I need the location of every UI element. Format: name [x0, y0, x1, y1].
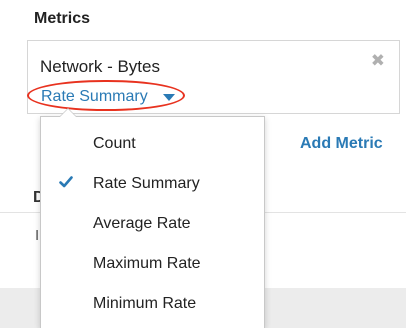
menu-item-rate-summary[interactable]: Rate Summary — [41, 169, 264, 199]
menu-item-count[interactable]: Count — [41, 129, 264, 159]
menu-item-label: Maximum Rate — [93, 255, 201, 272]
menu-item-label: Minimum Rate — [93, 295, 197, 312]
rate-summary-dropdown-menu: Count Rate Summary Average Rate Maximum … — [40, 108, 265, 328]
caret-down-icon — [163, 94, 175, 101]
menu-item-label: Average Rate — [93, 215, 191, 232]
rate-summary-dropdown-label: Rate Summary — [41, 88, 148, 105]
menu-item-average-rate[interactable]: Average Rate — [41, 209, 264, 239]
checkmark-icon — [59, 176, 73, 188]
metrics-section-title: Metrics — [34, 10, 91, 27]
menu-item-minimum-rate[interactable]: Minimum Rate — [41, 289, 264, 319]
obscured-text-fragment: I — [35, 227, 40, 244]
menu-item-label: Count — [93, 135, 136, 152]
close-icon[interactable]: ✖ — [371, 52, 385, 69]
rate-summary-dropdown-trigger[interactable]: Rate Summary — [27, 80, 185, 111]
add-metric-link[interactable]: Add Metric — [300, 135, 383, 153]
metric-name: Network - Bytes — [40, 57, 160, 76]
menu-item-label: Rate Summary — [93, 175, 200, 192]
menu-item-maximum-rate[interactable]: Maximum Rate — [41, 249, 264, 279]
